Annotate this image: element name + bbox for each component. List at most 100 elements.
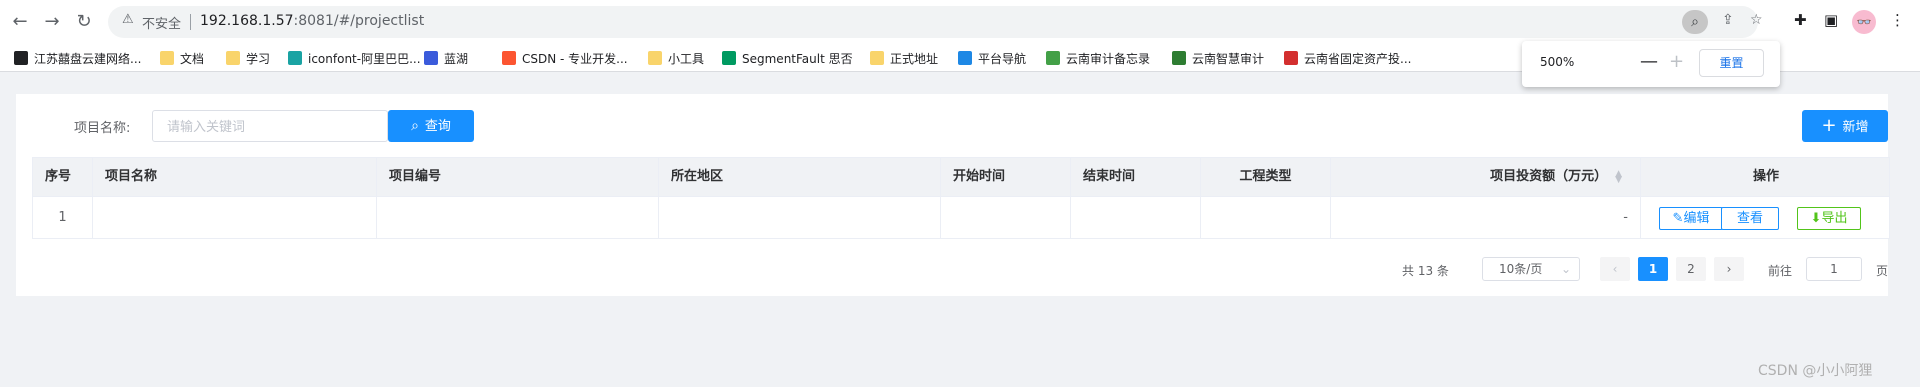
bookmark-label: iconfont-阿里巴巴... xyxy=(308,52,421,66)
add-button[interactable]: + 新增 xyxy=(1802,110,1888,142)
bookmark-item[interactable]: SegmentFault 思否 xyxy=(722,50,853,68)
cell-name xyxy=(93,197,377,238)
bookmark-label: 江苏囍盘云建网络... xyxy=(34,52,142,66)
iconfont-icon xyxy=(288,51,302,65)
bookmark-item[interactable]: 云南智慧审计 xyxy=(1172,50,1264,68)
bookmark-label: 文档 xyxy=(180,52,205,66)
bookmark-star-icon[interactable]: ☆ xyxy=(1750,12,1763,28)
view-button[interactable]: 查看 xyxy=(1721,207,1779,230)
forward-arrow-icon[interactable]: → xyxy=(40,10,64,34)
prev-page-button[interactable]: ‹ xyxy=(1600,257,1630,281)
lanhu-icon xyxy=(424,51,438,65)
project-name-label: 项目名称: xyxy=(74,121,131,136)
export-button[interactable]: ⬇导出 xyxy=(1797,207,1861,230)
bookmark-item[interactable]: 文档 xyxy=(160,50,204,68)
address-divider xyxy=(190,14,191,30)
zoom-level: 500% xyxy=(1540,55,1575,69)
cell-actions: ✎编辑 查看 ⬇导出 xyxy=(1641,197,1891,238)
cell-index: 1 xyxy=(33,197,93,238)
project-table: 序号 项目名称 项目编号 所在地区 开始时间 结束时间 工程类型 项目投资额（万… xyxy=(32,157,1890,239)
folder-icon xyxy=(648,51,662,65)
header-investment[interactable]: 项目投资额（万元） ▲ ▼ xyxy=(1331,158,1641,196)
header-index: 序号 xyxy=(33,158,93,196)
bookmark-label: 平台导航 xyxy=(978,52,1027,66)
header-code: 项目编号 xyxy=(377,158,659,196)
insecure-label: 不安全 xyxy=(142,17,182,32)
bookmark-item[interactable]: 江苏囍盘云建网络... xyxy=(14,50,141,68)
asset-icon xyxy=(1284,51,1298,65)
csdn-icon xyxy=(502,51,516,65)
search-button[interactable]: ⌕ 查询 xyxy=(388,110,474,142)
more-menu-icon[interactable]: ⋮ xyxy=(1890,11,1905,29)
page-size-select[interactable]: 10条/页 ⌄ xyxy=(1482,257,1580,281)
header-region: 所在地区 xyxy=(659,158,941,196)
next-page-button[interactable]: › xyxy=(1714,257,1744,281)
bookmark-label: 正式地址 xyxy=(890,52,939,66)
bookmark-label: SegmentFault 思否 xyxy=(742,52,853,66)
bookmark-label: 云南审计备忘录 xyxy=(1066,52,1151,66)
zoom-out-button[interactable]: — xyxy=(1640,51,1658,72)
page-1-button[interactable]: 1 xyxy=(1638,257,1668,281)
search-icon: ⌕ xyxy=(411,118,419,134)
header-start-time: 开始时间 xyxy=(941,158,1071,196)
platform-icon xyxy=(958,51,972,65)
extensions-puzzle-icon[interactable]: ✚ xyxy=(1794,11,1807,29)
audit-icon xyxy=(1172,51,1186,65)
table-header: 序号 项目名称 项目编号 所在地区 开始时间 结束时间 工程类型 项目投资额（万… xyxy=(33,158,1889,196)
cell-end-time xyxy=(1071,197,1201,238)
pagination-total: 共 13 条 xyxy=(1402,264,1449,278)
share-icon[interactable]: ⇪ xyxy=(1722,12,1734,28)
bookmark-item[interactable]: iconfont-阿里巴巴... xyxy=(288,50,421,68)
bookmark-item[interactable]: 平台导航 xyxy=(958,50,1026,68)
bookmark-label: 学习 xyxy=(246,52,271,66)
back-arrow-icon[interactable]: ← xyxy=(8,10,32,34)
bookmark-item[interactable]: 学习 xyxy=(226,50,270,68)
cell-project-type xyxy=(1201,197,1331,238)
goto-unit-label: 页 xyxy=(1876,264,1889,278)
bookmark-label: 小工具 xyxy=(668,52,705,66)
bookmark-label: 云南智慧审计 xyxy=(1192,52,1265,66)
cell-region xyxy=(659,197,941,238)
plus-icon: + xyxy=(1821,115,1837,136)
sf-icon xyxy=(722,51,736,65)
goto-label: 前往 xyxy=(1768,264,1793,278)
bookmark-label: 蓝湖 xyxy=(444,52,469,66)
zoom-icon[interactable]: ⌕ xyxy=(1682,10,1708,34)
page-2-button[interactable]: 2 xyxy=(1676,257,1706,281)
memo-icon xyxy=(1046,51,1060,65)
bookmark-item[interactable]: 正式地址 xyxy=(870,50,938,68)
bookmark-item[interactable]: 云南省固定资产投... xyxy=(1284,50,1411,68)
watermark: CSDN @小小阿狸 xyxy=(1758,363,1873,379)
export-icon: ⬇ xyxy=(1810,211,1822,226)
edit-button[interactable]: ✎编辑 xyxy=(1659,207,1723,230)
address-bar[interactable]: ⚠ 不安全 192.168.1.57:8081/#/projectlist ⌕ … xyxy=(108,6,1763,38)
bookmark-label: 云南省固定资产投... xyxy=(1304,52,1412,66)
bookmark-item[interactable]: 蓝湖 xyxy=(424,50,468,68)
sort-caret-icon[interactable]: ▲ ▼ xyxy=(1615,169,1622,184)
bookmark-item[interactable]: 云南审计备忘录 xyxy=(1046,50,1150,68)
bookmark-item[interactable]: CSDN - 专业开发... xyxy=(502,50,628,68)
project-name-input[interactable] xyxy=(152,110,388,142)
folder-icon xyxy=(226,51,240,65)
cell-code xyxy=(377,197,659,238)
reload-icon[interactable]: ↻ xyxy=(72,10,96,34)
zoom-in-button[interactable]: + xyxy=(1669,51,1684,72)
zoom-popup: 500% — + 重置 xyxy=(1522,41,1780,87)
bookmark-item[interactable]: 小工具 xyxy=(648,50,704,68)
folder-icon xyxy=(870,51,884,65)
goto-page-input[interactable]: 1 xyxy=(1806,257,1862,281)
bookmark-label: CSDN - 专业开发... xyxy=(522,52,628,66)
browser-toolbar: ← → ↻ ⚠ 不安全 192.168.1.57:8081/#/projectl… xyxy=(0,0,1920,44)
url-text[interactable]: 192.168.1.57:8081/#/projectlist xyxy=(200,13,424,29)
header-name: 项目名称 xyxy=(93,158,377,196)
header-project-type: 工程类型 xyxy=(1201,158,1331,196)
folder-icon xyxy=(160,51,174,65)
project-list-card: 项目名称: ⌕查询 +新增 序号 项目名称 项目编号 所在地区 开始时间 结束时… xyxy=(16,94,1890,296)
edit-icon: ✎ xyxy=(1672,211,1684,226)
cell-start-time xyxy=(941,197,1071,238)
table-row: 1 - ✎编辑 查看 ⬇导出 xyxy=(33,196,1889,238)
header-actions: 操作 xyxy=(1752,169,1779,184)
avatar[interactable]: 👓 xyxy=(1852,10,1876,34)
zoom-reset-button[interactable]: 重置 xyxy=(1699,49,1764,77)
side-panel-icon[interactable]: ▣ xyxy=(1824,11,1838,29)
